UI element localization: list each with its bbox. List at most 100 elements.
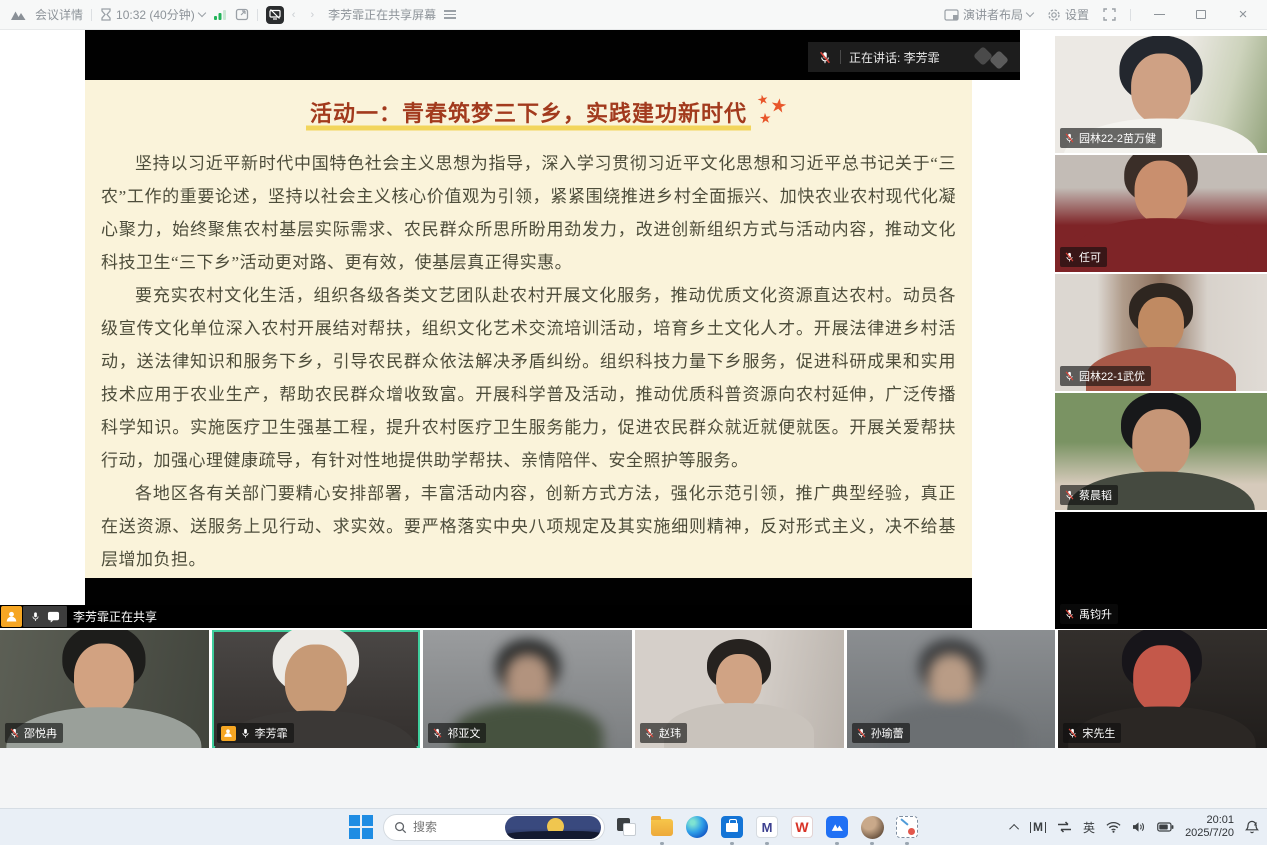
participant-name: 李芳霏: [255, 725, 288, 741]
network-quality-button[interactable]: [213, 9, 227, 21]
mic-muted-icon: [1064, 608, 1075, 620]
participant-name: 园林22-1武优: [1079, 368, 1145, 384]
mic-muted-icon: [1064, 489, 1075, 501]
meeting-details-label: 会议详情: [35, 6, 83, 23]
clock-date: 2025/7/20: [1185, 827, 1234, 839]
meeting-window: 会议详情 10:32 (40分钟) ‹ › 李芳霏正在共享屏幕: [0, 0, 1267, 845]
mic-muted-icon: [856, 727, 867, 739]
document-paragraph: 要充实农村文化生活，组织各级各类文艺团队赴农村开展文化服务，推动优质文化资源直达…: [101, 279, 956, 477]
ime-indicator[interactable]: 英: [1083, 819, 1095, 836]
participant-video-tile[interactable]: 园林22-1武优: [1055, 274, 1267, 391]
stop-share-icon[interactable]: [266, 6, 284, 24]
participant-name-chip: 任可: [1060, 247, 1107, 267]
participant-name: 蔡晨韬: [1079, 487, 1112, 503]
divider: [91, 9, 92, 21]
m-app-icon[interactable]: M: [754, 814, 780, 840]
maximize-button[interactable]: [1187, 4, 1215, 26]
mic-on-icon: [30, 610, 41, 623]
star-decoration-icon: ★★★: [757, 96, 797, 130]
participant-name: 任可: [1079, 249, 1101, 265]
user-avatar-icon[interactable]: [859, 814, 885, 840]
wifi-icon[interactable]: [1106, 821, 1121, 833]
tencent-meeting-icon[interactable]: [824, 814, 850, 840]
open-window-icon: [235, 8, 249, 21]
tray-m-app-icon[interactable]: M: [1030, 822, 1046, 833]
speaking-indicator-banner: 正在讲话: 李芳霏: [808, 42, 1020, 72]
desktop-background: [0, 748, 1267, 808]
divider: [257, 9, 258, 21]
meeting-logo-icon: [10, 9, 27, 21]
participant-name: 邵悦冉: [24, 725, 57, 741]
document-paragraph: 各地区各有关部门要精心安排部署，丰富活动内容，创新方式方法，强化示范引领，推广典…: [101, 477, 956, 576]
document-paragraph: 坚持以习近平新时代中国特色社会主义思想为指导，深入学习贯彻习近平文化思想和习近平…: [101, 147, 956, 279]
hourglass-icon: [100, 8, 112, 21]
microsoft-store-icon[interactable]: [719, 814, 745, 840]
file-explorer-icon[interactable]: [649, 814, 675, 840]
taskbar-clock[interactable]: 20:01 2025/7/20: [1185, 814, 1234, 840]
volume-icon[interactable]: [1132, 821, 1146, 833]
participant-video-tile[interactable]: 任可: [1055, 155, 1267, 272]
participant-name-chip: 李芳霏: [217, 723, 294, 743]
participant-name: 园林22-2苗万健: [1079, 130, 1156, 146]
task-view-button[interactable]: [614, 814, 640, 840]
network-switch-icon[interactable]: [1057, 821, 1072, 833]
tray-expand-icon[interactable]: [1009, 823, 1019, 833]
participant-video-tile[interactable]: 宋先生: [1058, 630, 1267, 748]
sharing-status: 李芳霏正在共享屏幕: [328, 6, 436, 23]
close-button[interactable]: ×: [1229, 4, 1257, 26]
participant-name-chip: 园林22-1武优: [1060, 366, 1151, 386]
svg-text:z: z: [1254, 822, 1257, 828]
sharing-footer-bar: 李芳霏正在共享: [0, 605, 972, 628]
edge-browser-icon[interactable]: [684, 814, 710, 840]
participant-video-tile[interactable]: 孙瑜蕾: [847, 630, 1056, 748]
speaking-label: 正在讲话: 李芳霏: [849, 49, 940, 66]
share-nav-arrows[interactable]: ‹ ›: [292, 9, 320, 21]
meeting-timer-button[interactable]: 10:32 (40分钟): [100, 6, 205, 23]
mic-muted-icon: [818, 50, 832, 65]
layout-switch-button[interactable]: 演讲者布局: [944, 6, 1033, 23]
presenter-status-chip: [23, 606, 67, 627]
participant-bottom-strip: 邵悦冉 李芳霏: [0, 630, 1267, 748]
search-icon: [394, 821, 407, 834]
chevron-down-icon: [1026, 9, 1034, 17]
fullscreen-button[interactable]: [1103, 8, 1116, 21]
participant-video-tile[interactable]: 禹钧升: [1055, 512, 1267, 629]
clock-time: 20:01: [1206, 814, 1234, 826]
settings-label: 设置: [1065, 6, 1089, 23]
search-input[interactable]: [413, 820, 499, 834]
notification-bell-icon[interactable]: z: [1245, 820, 1259, 834]
minimize-button[interactable]: [1145, 4, 1173, 26]
participant-video-tile[interactable]: 赵玮: [635, 630, 844, 748]
start-button[interactable]: [348, 814, 374, 840]
layout-label: 演讲者布局: [963, 6, 1023, 23]
wps-office-icon[interactable]: W: [789, 814, 815, 840]
participant-sidebar: 园林22-2苗万健 任可: [1055, 30, 1267, 630]
fullscreen-icon: [1103, 8, 1116, 21]
taskbar-search[interactable]: [383, 814, 605, 841]
pop-out-button[interactable]: [235, 8, 249, 21]
participant-name-chip: 邵悦冉: [5, 723, 63, 743]
presenter-person-icon: [1, 606, 22, 627]
settings-button[interactable]: 设置: [1047, 6, 1089, 23]
participant-name-chip: 孙瑜蕾: [852, 723, 910, 743]
participant-video-tile[interactable]: 祁亚文: [423, 630, 632, 748]
participant-name: 祁亚文: [447, 725, 480, 741]
chevron-down-icon: [197, 9, 205, 17]
battery-icon[interactable]: [1157, 822, 1174, 832]
meeting-details-button[interactable]: 会议详情: [35, 6, 83, 23]
participant-name: 赵玮: [659, 725, 681, 741]
participant-video-tile[interactable]: 李芳霏: [212, 630, 421, 748]
participant-video-tile[interactable]: 邵悦冉: [0, 630, 209, 748]
participant-video-tile[interactable]: 园林22-2苗万健: [1055, 36, 1267, 153]
signal-bars-icon: [213, 9, 227, 21]
mic-muted-icon: [432, 727, 443, 739]
meeting-timer: 10:32 (40分钟): [116, 6, 195, 23]
search-highlight-image[interactable]: [505, 816, 601, 839]
share-menu-icon[interactable]: [444, 8, 456, 21]
participant-video-tile[interactable]: 蔡晨韬: [1055, 393, 1267, 510]
watermark-logos: [972, 47, 1014, 69]
snipping-tool-icon[interactable]: [894, 814, 920, 840]
mic-muted-icon: [240, 727, 251, 739]
mic-muted-icon: [1067, 727, 1078, 739]
document-body: 坚持以习近平新时代中国特色社会主义思想为指导，深入学习贯彻习近平文化思想和习近平…: [101, 147, 956, 576]
